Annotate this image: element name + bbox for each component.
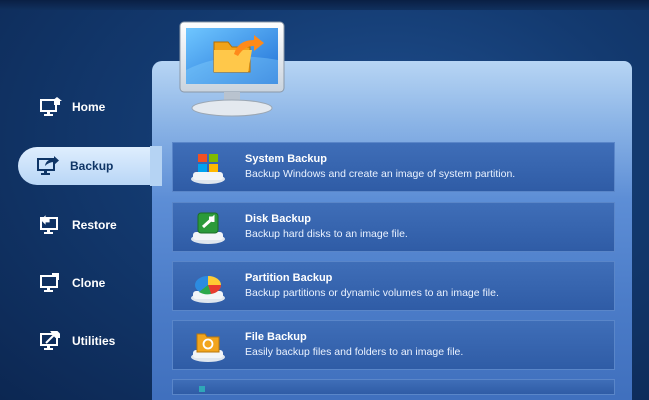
windows-logo-icon (191, 154, 225, 184)
sidebar-item-restore[interactable]: Restore (20, 205, 160, 245)
partial-option-icon (199, 386, 205, 392)
sidebar-item-label: Backup (70, 159, 114, 173)
list-item[interactable] (172, 379, 615, 395)
option-description: Backup partitions or dynamic volumes to … (245, 287, 499, 299)
title-bar (0, 0, 649, 10)
disk-icon (191, 212, 225, 244)
option-title: File Backup (245, 331, 307, 343)
sidebar-item-utilities[interactable]: Utilities (20, 321, 160, 361)
option-title: System Backup (245, 153, 327, 165)
sidebar-item-label: Utilities (72, 334, 116, 348)
system-backup-option[interactable]: System Backup Backup Windows and create … (172, 142, 615, 192)
option-title: Disk Backup (245, 213, 312, 225)
partition-backup-option[interactable]: Partition Backup Backup partitions or dy… (172, 261, 615, 311)
folder-icon (191, 333, 225, 362)
sidebar-item-clone[interactable]: Clone (20, 263, 160, 303)
option-description: Backup Windows and create an image of sy… (245, 168, 516, 180)
backup-icon (37, 156, 59, 175)
sidebar-item-label: Clone (72, 276, 106, 290)
disk-backup-option[interactable]: Disk Backup Backup hard disks to an imag… (172, 202, 615, 252)
sidebar-item-label: Home (72, 100, 106, 114)
sidebar: Home Backup Restore Clone Utilities (0, 70, 168, 400)
backup-monitor-icon (179, 21, 285, 117)
active-tab-connector (150, 146, 162, 186)
sidebar-item-label: Restore (72, 218, 117, 232)
option-description: Backup hard disks to an image file. (245, 228, 408, 240)
restore-icon (40, 215, 58, 234)
option-description: Easily backup files and folders to an im… (245, 346, 464, 358)
clone-icon (40, 273, 59, 292)
sidebar-item-backup[interactable]: Backup (18, 147, 168, 185)
option-title: Partition Backup (245, 272, 333, 284)
utilities-icon (40, 331, 60, 350)
sidebar-item-home[interactable]: Home (20, 87, 160, 127)
home-icon (40, 97, 62, 116)
partition-pie-icon (191, 276, 225, 303)
file-backup-option[interactable]: File Backup Easily backup files and fold… (172, 320, 615, 370)
